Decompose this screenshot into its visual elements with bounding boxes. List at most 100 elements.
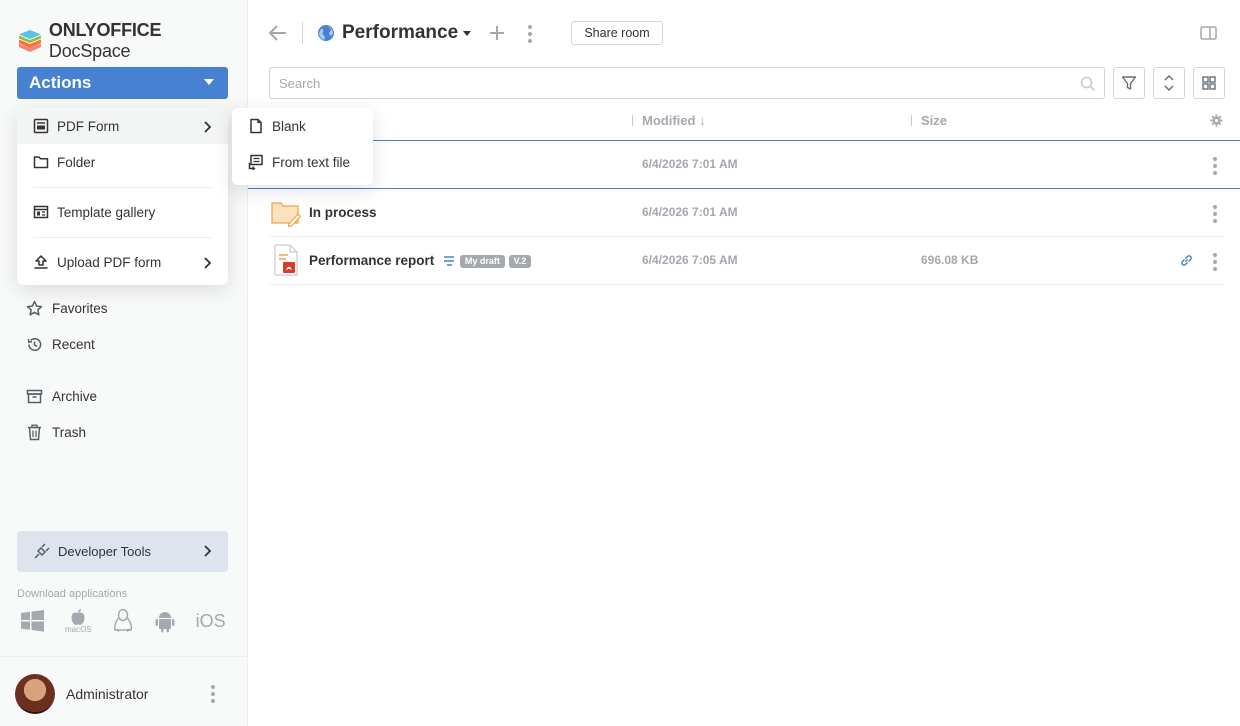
column-header-modified[interactable]: Modified ↓ <box>642 113 706 128</box>
link-icon[interactable] <box>1180 254 1193 267</box>
submenu-item-label: From text file <box>272 154 351 170</box>
draft-badge[interactable]: My draft <box>459 254 505 268</box>
linux-icon[interactable] <box>112 608 134 634</box>
share-room-button[interactable]: Share room <box>571 21 663 45</box>
download-apps: macOS iOS <box>20 608 226 634</box>
submenu-item-from-text-file[interactable]: From text file <box>232 144 373 180</box>
caret-down-icon[interactable] <box>463 31 471 36</box>
form-icon <box>33 118 49 134</box>
trash-icon <box>28 424 41 441</box>
sidebar-item-recent[interactable]: Recent <box>26 336 95 353</box>
from-text-file-icon <box>248 154 263 170</box>
menu-item-upload-pdf-form[interactable]: Upload PDF form <box>17 244 228 280</box>
row-name[interactable]: Performance report My draft V.2 <box>309 253 532 268</box>
column-header-size[interactable]: Size <box>921 113 947 128</box>
app-logo[interactable]: ONLYOFFICE DocSpace <box>17 20 247 62</box>
developer-tools-label: Developer Tools <box>58 544 151 559</box>
blank-file-icon <box>250 118 262 134</box>
menu-item-template-gallery[interactable]: Template gallery <box>17 194 228 230</box>
row-modified: 6/4/2026 7:01 AM <box>642 157 738 171</box>
row-modified: 6/4/2026 7:05 AM <box>642 253 738 267</box>
search-placeholder: Search <box>279 75 321 91</box>
room-menu-icon[interactable] <box>528 25 532 46</box>
sidebar-item-label: Trash <box>52 425 87 440</box>
avatar[interactable] <box>15 674 55 714</box>
menu-separator <box>33 187 212 188</box>
history-icon <box>27 337 42 351</box>
plug-icon <box>34 543 50 559</box>
macos-label: macOS <box>65 625 92 634</box>
download-apps-label: Download applications <box>17 588 128 600</box>
grid-view-icon <box>1202 76 1216 90</box>
room-title[interactable]: Performance <box>342 22 458 44</box>
pdf-file-icon <box>274 244 298 276</box>
column-resize-handle[interactable] <box>632 115 633 126</box>
search-input[interactable]: Search <box>269 67 1105 99</box>
column-resize-handle[interactable] <box>911 115 912 126</box>
chevron-right-icon <box>204 545 212 557</box>
folder-icon <box>33 156 49 169</box>
info-panel-icon[interactable] <box>1200 26 1217 40</box>
macos-icon[interactable]: macOS <box>65 608 92 634</box>
row-name[interactable]: In process <box>309 205 377 220</box>
sidebar-item-trash[interactable]: Trash <box>26 424 86 441</box>
profile-menu-icon[interactable] <box>211 685 215 706</box>
header-divider <box>302 22 303 44</box>
file-name: Performance report <box>309 253 435 268</box>
row-divider <box>269 236 1224 237</box>
submenu-item-label: Blank <box>272 118 306 134</box>
table-row[interactable] <box>248 140 1240 189</box>
ios-link[interactable]: iOS <box>196 611 226 632</box>
sidebar-item-favorites[interactable]: Favorites <box>26 300 108 317</box>
submenu-item-blank[interactable]: Blank <box>232 108 373 144</box>
row-menu-icon[interactable] <box>1213 205 1217 226</box>
windows-icon[interactable] <box>20 609 45 633</box>
apple-icon <box>71 609 85 625</box>
sort-icon <box>1164 74 1174 92</box>
actions-menu: PDF Form Folder Template gallery Upload … <box>17 108 228 285</box>
logo-text: ONLYOFFICE DocSpace <box>48 20 162 61</box>
filter-button[interactable] <box>1113 67 1145 99</box>
form-fill-icon <box>444 256 455 267</box>
chevron-right-icon <box>204 121 212 133</box>
menu-item-label: Upload PDF form <box>57 254 162 270</box>
android-icon[interactable] <box>154 609 176 633</box>
menu-item-pdf-form[interactable]: PDF Form <box>17 108 228 144</box>
template-gallery-icon <box>33 205 49 219</box>
row-modified: 6/4/2026 7:01 AM <box>642 205 738 219</box>
sidebar-item-label: Recent <box>52 337 95 352</box>
actions-button[interactable]: Actions <box>17 67 228 99</box>
pdf-form-submenu: Blank From text file <box>232 108 373 185</box>
archive-icon <box>26 389 43 404</box>
filter-icon <box>1121 76 1137 90</box>
sidebar-item-label: Archive <box>52 389 98 404</box>
plus-icon[interactable] <box>488 24 506 42</box>
sort-button[interactable] <box>1153 67 1185 99</box>
back-arrow-icon[interactable] <box>268 24 288 42</box>
row-menu-icon[interactable] <box>1213 253 1217 274</box>
sidebar-item-label: Favorites <box>52 301 108 316</box>
menu-item-folder[interactable]: Folder <box>17 144 228 180</box>
menu-item-label: Template gallery <box>57 204 156 220</box>
view-toggle-button[interactable] <box>1193 67 1225 99</box>
menu-item-label: Folder <box>57 154 96 170</box>
version-badge[interactable]: V.2 <box>508 254 532 268</box>
row-menu-icon[interactable] <box>1213 157 1217 178</box>
actions-label: Actions <box>29 73 92 92</box>
profile-name: Administrator <box>66 686 149 702</box>
profile-block: Administrator <box>0 656 248 726</box>
row-divider <box>269 284 1224 285</box>
upload-icon <box>34 255 48 269</box>
row-size: 696.08 KB <box>921 253 979 267</box>
chevron-right-icon <box>204 257 212 269</box>
menu-separator <box>33 237 212 238</box>
gear-icon[interactable] <box>1210 114 1223 127</box>
search-icon[interactable] <box>1080 76 1096 92</box>
folder-in-progress-icon <box>271 202 301 227</box>
sidebar-item-archive[interactable]: Archive <box>26 388 97 405</box>
star-icon <box>26 300 43 316</box>
developer-tools-button[interactable]: Developer Tools <box>17 531 228 572</box>
onlyoffice-logo-icon <box>18 30 41 52</box>
globe-icon <box>318 25 334 41</box>
caret-down-icon <box>204 79 214 85</box>
